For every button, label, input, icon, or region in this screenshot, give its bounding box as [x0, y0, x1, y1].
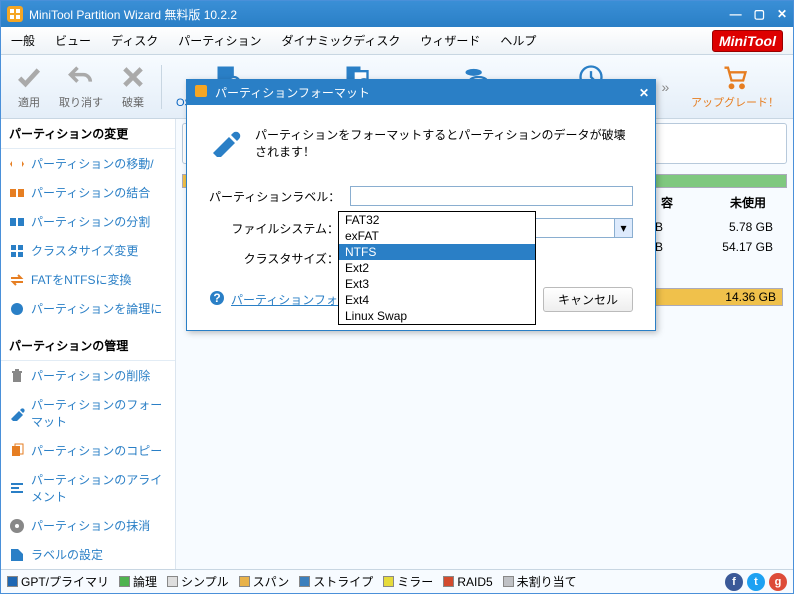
- check-icon: [15, 63, 43, 91]
- menu-wizard[interactable]: ウィザード: [410, 27, 490, 54]
- dialog-title-bar[interactable]: パーティションフォーマット ✕: [187, 80, 655, 105]
- fs-option-linuxswap[interactable]: Linux Swap: [339, 308, 535, 324]
- pen-icon: [209, 125, 241, 160]
- label-icon: [9, 547, 25, 563]
- fs-option-exfat[interactable]: exFAT: [339, 228, 535, 244]
- cluster-icon: [9, 243, 25, 259]
- row1-d1: B: [655, 220, 663, 234]
- sidebar-item-format[interactable]: パーティションのフォーマット: [1, 390, 175, 436]
- sidebar-item-move[interactable]: パーティションの移動/: [1, 149, 175, 178]
- cart-icon: [721, 63, 749, 91]
- filesystem-lbl: ファイルシステム：: [209, 220, 339, 237]
- sidebar-item-split[interactable]: パーティションの分割: [1, 207, 175, 236]
- legend-logical: 論理: [133, 573, 157, 590]
- menu-general[interactable]: 一般: [1, 27, 45, 54]
- more-button[interactable]: »: [653, 55, 677, 118]
- svg-text:?: ?: [213, 291, 220, 305]
- info-icon: ?: [209, 290, 225, 309]
- sidebar-item-logical[interactable]: パーティションを論理に: [1, 294, 175, 323]
- fs-option-ext4[interactable]: Ext4: [339, 292, 535, 308]
- fs-option-ntfs[interactable]: NTFS: [339, 244, 535, 260]
- logical-icon: [9, 301, 25, 317]
- copy-icon: [9, 443, 25, 459]
- row1-d2: 5.78 GB: [703, 220, 773, 234]
- sidebar-item-delete[interactable]: パーティションの削除: [1, 361, 175, 390]
- undo-button[interactable]: 取り消す: [51, 55, 111, 118]
- apply-button[interactable]: 適用: [7, 55, 51, 118]
- wipe-icon: [9, 518, 25, 534]
- menu-disk[interactable]: ディスク: [101, 27, 168, 54]
- sidebar-item-wipe[interactable]: パーティションの抹消: [1, 511, 175, 540]
- partition-label-input[interactable]: [350, 186, 633, 206]
- sidebar-item-label[interactable]: ラベルの設定: [1, 540, 175, 569]
- legend-raid5: RAID5: [457, 575, 492, 589]
- maximize-button[interactable]: ▢: [754, 7, 765, 21]
- merge-icon: [9, 185, 25, 201]
- cluster-lbl: クラスタサイズ：: [209, 250, 339, 267]
- fs-option-ext3[interactable]: Ext3: [339, 276, 535, 292]
- brand-logo: MiniTool: [712, 30, 783, 52]
- x-icon: [119, 63, 147, 91]
- minimize-button[interactable]: —: [730, 7, 742, 21]
- menu-dynamic-disk[interactable]: ダイナミックディスク: [271, 27, 410, 54]
- legend-span: スパン: [253, 573, 290, 590]
- legend-mirror: ミラー: [397, 573, 433, 590]
- format-icon: [9, 405, 25, 421]
- close-button[interactable]: ✕: [777, 7, 787, 21]
- dialog-close-button[interactable]: ✕: [639, 86, 649, 100]
- trash-icon: [9, 368, 25, 384]
- sidebar-item-fat2ntfs[interactable]: FATをNTFSに変換: [1, 265, 175, 294]
- twitter-icon[interactable]: t: [747, 573, 765, 591]
- split-icon: [9, 214, 25, 230]
- sidebar-item-cluster[interactable]: クラスタサイズ変更: [1, 236, 175, 265]
- sidebar: パーティションの変更 パーティションの移動/ パーティションの結合 パーティショ…: [1, 119, 176, 569]
- col-unused: 未使用: [713, 194, 783, 211]
- fs-option-fat32[interactable]: FAT32: [339, 212, 535, 228]
- dialog-title: パーティションフォーマット: [215, 84, 370, 101]
- align-icon: [9, 480, 25, 496]
- dialog-icon: [193, 83, 209, 102]
- app-icon: [7, 6, 23, 22]
- facebook-icon[interactable]: f: [725, 573, 743, 591]
- undo-icon: [67, 63, 95, 91]
- gplus-icon[interactable]: g: [769, 573, 787, 591]
- row2-d2: 54.17 GB: [703, 240, 773, 254]
- discard-button[interactable]: 破棄: [111, 55, 155, 118]
- partition-label-lbl: パーティションラベル：: [209, 188, 340, 205]
- format-dialog: パーティションフォーマット ✕ パーティションをフォーマットするとパーティション…: [186, 79, 656, 331]
- convert-icon: [9, 272, 25, 288]
- fs-option-ext2[interactable]: Ext2: [339, 260, 535, 276]
- menu-partition[interactable]: パーティション: [168, 27, 271, 54]
- sidebar-item-merge[interactable]: パーティションの結合: [1, 178, 175, 207]
- legend-simple: シンプル: [181, 573, 229, 590]
- window-title: MiniTool Partition Wizard 無料版 10.2.2: [29, 6, 730, 23]
- filesystem-dropdown: FAT32 exFAT NTFS Ext2 Ext3 Ext4 Linux Sw…: [338, 211, 536, 325]
- cancel-button[interactable]: キャンセル: [543, 287, 633, 312]
- legend-gpt: GPT/プライマリ: [21, 573, 109, 590]
- title-bar: MiniTool Partition Wizard 無料版 10.2.2 — ▢…: [1, 1, 793, 27]
- status-bar: GPT/プライマリ 論理 シンプル スパン ストライプ ミラー RAID5 未割…: [1, 569, 793, 593]
- col-capacity: 容: [661, 194, 673, 211]
- sidebar-change-header: パーティションの変更: [1, 119, 175, 149]
- dialog-warning: パーティションをフォーマットするとパーティションのデータが破壊されます！: [255, 126, 633, 160]
- menu-bar: 一般 ビュー ディスク パーティション ダイナミックディスク ウィザード ヘルプ…: [1, 27, 793, 55]
- move-icon: [9, 156, 25, 172]
- sidebar-item-align[interactable]: パーティションのアライメント: [1, 465, 175, 511]
- sidebar-item-copy[interactable]: パーティションのコピー: [1, 436, 175, 465]
- sidebar-manage-header: パーティションの管理: [1, 331, 175, 361]
- menu-view[interactable]: ビュー: [45, 27, 101, 54]
- chevron-down-icon: ▾: [614, 219, 632, 237]
- legend-unalloc: 未割り当て: [517, 573, 577, 590]
- legend-stripe: ストライプ: [313, 573, 373, 590]
- menu-help[interactable]: ヘルプ: [490, 27, 546, 54]
- upgrade-button[interactable]: アップグレード！: [683, 55, 787, 118]
